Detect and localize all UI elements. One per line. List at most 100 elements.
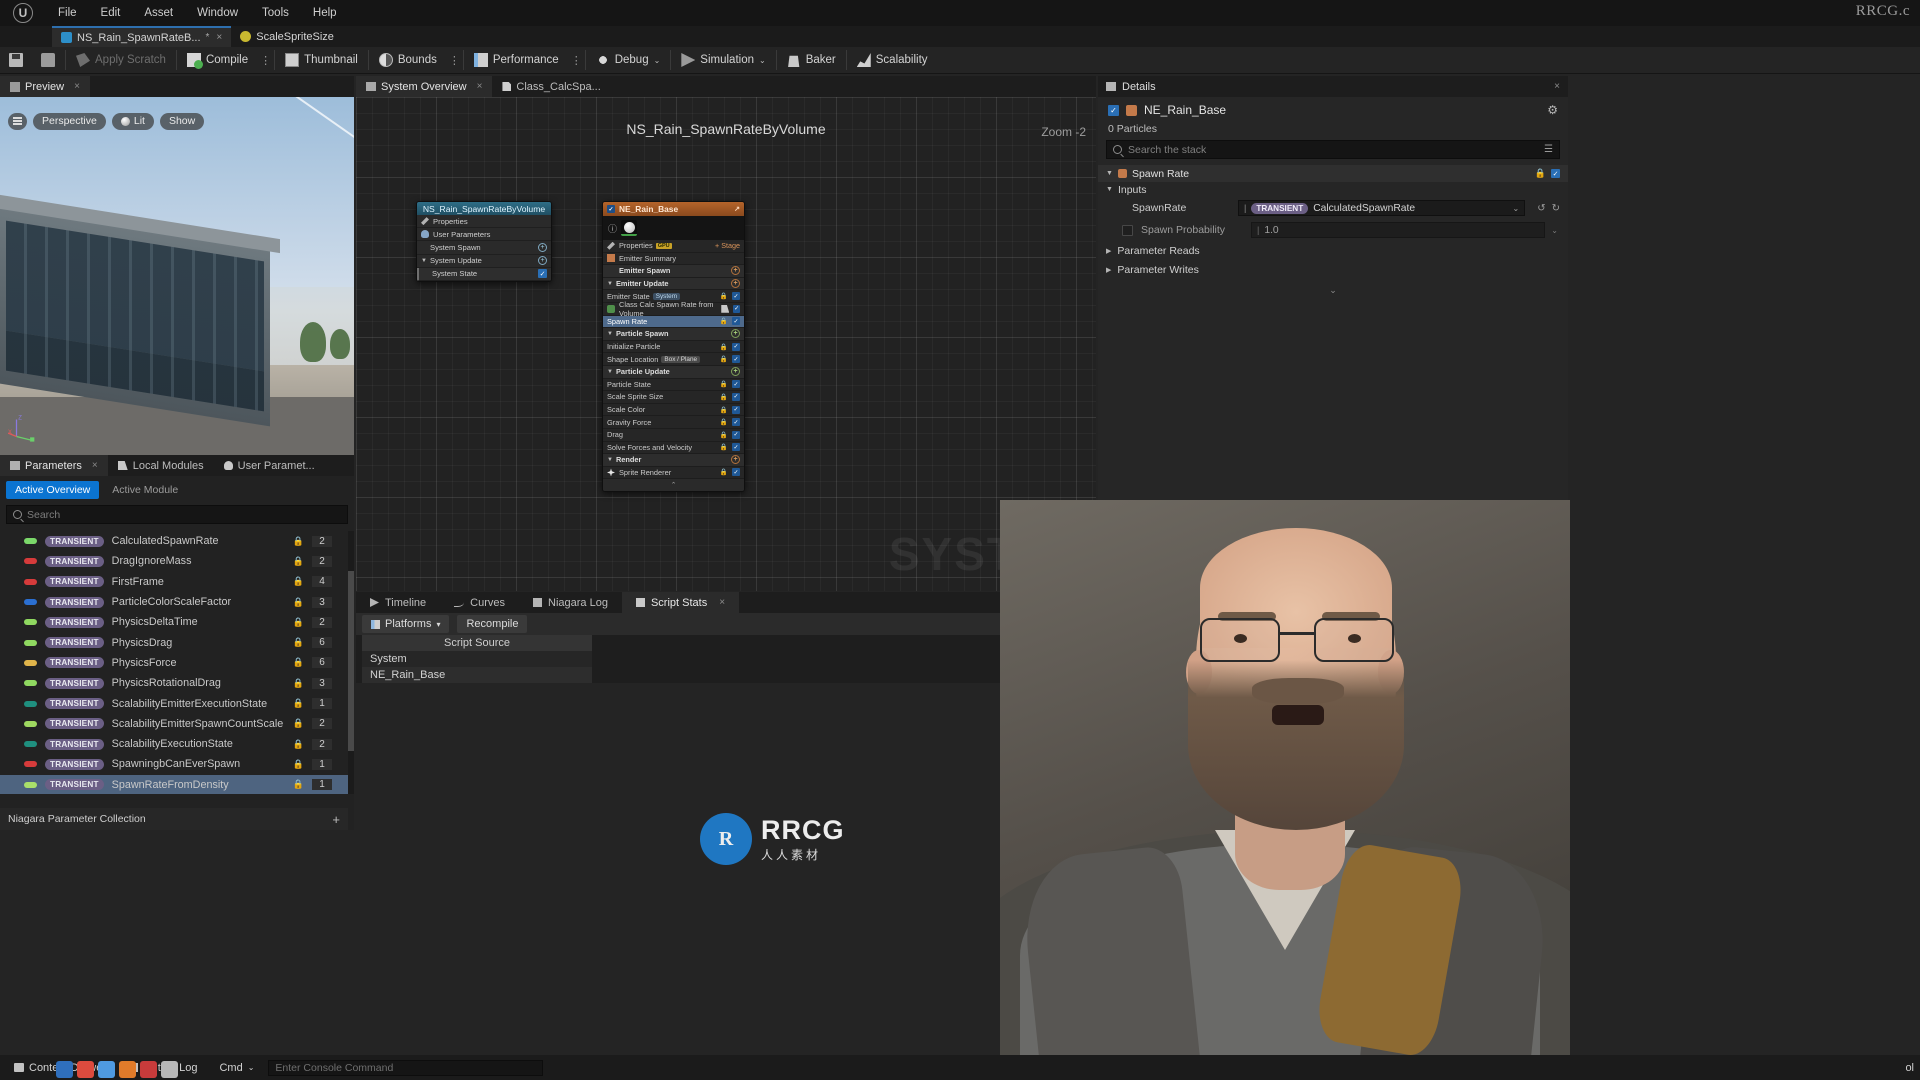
bounds-options-button[interactable]: ⋮ <box>446 54 462 67</box>
table-row[interactable]: TRANSIENT CalculatedSpawnRate 🔒 2 <box>0 531 348 551</box>
simulation-button[interactable]: Simulation ⌄ <box>672 47 774 74</box>
active-module-button[interactable]: Active Module <box>103 481 187 499</box>
system-node-row-user-parameters[interactable]: User Parameters <box>417 228 551 242</box>
close-icon[interactable]: × <box>74 81 80 92</box>
emitter-row-scale-sprite-size[interactable]: Scale Sprite Size 🔒 ✓ <box>603 391 744 404</box>
tab-script-stats[interactable]: Script Stats × <box>621 592 740 613</box>
emitter-row-shape-location[interactable]: Shape Location Box / Plane 🔒 ✓ <box>603 353 744 366</box>
add-module-button[interactable]: + <box>731 367 740 377</box>
platforms-dropdown[interactable]: Platforms ▾ <box>362 615 450 633</box>
spawn-probability-value-field[interactable]: | 1.0 <box>1251 222 1546 238</box>
app-icon[interactable] <box>56 1061 73 1078</box>
system-node-row-properties[interactable]: Properties <box>417 215 551 229</box>
emitter-row-class-calc-spawn-rate[interactable]: Class Calc Spawn Rate from Volume ✓ <box>603 300 744 318</box>
table-row[interactable]: NE_Rain_Base <box>362 667 592 683</box>
system-node-row-system-update[interactable]: ▼ System Update + <box>417 255 551 268</box>
emitter-row-particle-state[interactable]: Particle State 🔒 ✓ <box>603 379 744 392</box>
add-module-button[interactable]: + <box>731 266 740 276</box>
enable-checkbox[interactable]: ✓ <box>732 342 740 351</box>
system-node-row-system-state[interactable]: System State ✓ <box>417 267 551 281</box>
bounds-button[interactable]: Bounds <box>370 47 446 74</box>
add-module-button[interactable]: + <box>731 279 740 289</box>
system-node[interactable]: NS_Rain_SpawnRateByVolume Properties Use… <box>416 201 552 282</box>
menu-edit[interactable]: Edit <box>89 0 133 26</box>
add-module-button[interactable]: + <box>538 242 547 252</box>
table-row[interactable]: TRANSIENT PhysicsRotationalDrag 🔒 3 <box>0 673 348 693</box>
chevron-down-icon[interactable]: ▼ <box>1106 170 1113 177</box>
parameters-list[interactable]: TRANSIENT CalculatedSpawnRate 🔒 2 TRANSI… <box>0 531 348 794</box>
chevron-right-icon[interactable]: ▶ <box>1106 247 1111 255</box>
emitter-row-particle-update[interactable]: ▼ Particle Update + <box>603 365 744 379</box>
chevron-right-icon[interactable]: ▶ <box>1106 266 1111 274</box>
add-module-button[interactable]: + <box>538 256 547 266</box>
tab-preview[interactable]: Preview × <box>0 76 90 97</box>
table-row[interactable]: TRANSIENT ScalabilityEmitterSpawnCountSc… <box>0 714 348 734</box>
close-icon[interactable]: × <box>719 597 725 608</box>
chevron-down-icon[interactable]: ⌄ <box>1551 226 1558 235</box>
tab-user-parameters[interactable]: User Paramet... <box>214 455 325 476</box>
emitter-thumbnail[interactable] <box>621 220 638 236</box>
tab-class-calcspawn[interactable]: Class_CalcSpa... <box>492 76 610 97</box>
debug-button[interactable]: Debug ⌄ <box>587 47 670 74</box>
emitter-row-emitter-spawn[interactable]: Emitter Spawn + <box>603 265 744 278</box>
enable-checkbox[interactable]: ✓ <box>732 355 740 364</box>
emitter-row-properties[interactable]: Properties GPU + Stage <box>603 240 744 253</box>
table-row[interactable]: TRANSIENT SpawningbCanEverSpawn 🔒 1 <box>0 754 348 774</box>
add-module-button[interactable]: + <box>731 329 740 339</box>
enable-checkbox[interactable]: ✓ <box>732 443 740 452</box>
table-row[interactable]: TRANSIENT PhysicsForce 🔒 6 <box>0 653 348 673</box>
app-icon[interactable] <box>77 1061 94 1078</box>
spawn-rate-section-header[interactable]: ▼ Spawn Rate 🔒 ✓ <box>1098 165 1568 182</box>
settings-gear-icon[interactable]: ⚙ <box>1547 103 1558 117</box>
graph-canvas[interactable]: NS_Rain_SpawnRateByVolume Zoom -2 SYSTEM… <box>356 97 1096 591</box>
emitter-row-solve-forces[interactable]: Solve Forces and Velocity 🔒 ✓ <box>603 442 744 455</box>
emitter-row-sprite-renderer[interactable]: Sprite Renderer 🔒 ✓ <box>603 467 744 480</box>
active-overview-button[interactable]: Active Overview <box>6 481 100 499</box>
emitter-row-initialize-particle[interactable]: Initialize Particle 🔒 ✓ <box>603 341 744 354</box>
revert-icon[interactable]: ↺ <box>1537 203 1545 214</box>
collapse-stack-button[interactable]: ⌄ <box>1098 279 1568 296</box>
enable-checkbox[interactable]: ✓ <box>732 405 740 414</box>
emitter-row-gravity-force[interactable]: Gravity Force 🔒 ✓ <box>603 416 744 429</box>
close-icon[interactable]: × <box>92 460 98 471</box>
menu-file[interactable]: File <box>46 0 89 26</box>
tab-system-overview[interactable]: System Overview × <box>356 76 493 97</box>
emitter-row-drag[interactable]: Drag 🔒 ✓ <box>603 429 744 442</box>
add-stage-button[interactable]: + Stage <box>715 241 740 250</box>
enable-checkbox[interactable]: ✓ <box>538 269 547 279</box>
tab-niagara-log[interactable]: Niagara Log <box>519 592 622 613</box>
chevron-down-icon[interactable]: ⌄ <box>1513 204 1520 213</box>
recompile-button[interactable]: Recompile <box>457 615 528 633</box>
tab-ns-rain-spawnrate[interactable]: NS_Rain_SpawnRateB... * × <box>52 26 232 47</box>
table-row[interactable]: System <box>362 651 592 667</box>
enable-checkbox[interactable]: ✓ <box>732 468 740 477</box>
unreal-logo[interactable]: U <box>0 0 46 26</box>
table-row[interactable]: TRANSIENT FirstFrame 🔒 4 <box>0 572 348 592</box>
enable-checkbox[interactable]: ✓ <box>1551 169 1560 178</box>
open-in-new-icon[interactable]: ↗ <box>734 205 740 213</box>
tab-parameters[interactable]: Parameters × <box>0 455 108 476</box>
performance-options-button[interactable]: ⋮ <box>568 54 584 67</box>
app-icon[interactable] <box>140 1061 157 1078</box>
table-row-selected[interactable]: TRANSIENT SpawnRateFromDensity 🔒 1 <box>0 774 348 794</box>
table-row[interactable]: TRANSIENT PhysicsDeltaTime 🔒 2 <box>0 612 348 632</box>
scalability-button[interactable]: Scalability <box>848 47 937 74</box>
performance-button[interactable]: Performance <box>465 47 568 74</box>
emitter-row-particle-spawn[interactable]: ▼ Particle Spawn + <box>603 328 744 341</box>
drag-handle[interactable]: | <box>1257 225 1259 235</box>
spawnrate-value-field[interactable]: | TRANSIENT CalculatedSpawnRate ⌄ <box>1238 200 1526 216</box>
compile-options-button[interactable]: ⋮ <box>257 54 273 67</box>
enable-checkbox[interactable]: ✓ <box>732 380 740 389</box>
emitter-row-emitter-update[interactable]: ▼ Emitter Update + <box>603 277 744 291</box>
emitter-collapse-button[interactable]: ⌃ <box>603 479 744 492</box>
object-enabled-checkbox[interactable]: ✓ <box>1108 104 1119 116</box>
filter-icon[interactable]: ☰ <box>1544 144 1553 155</box>
baker-button[interactable]: Baker <box>778 47 845 74</box>
lit-button[interactable]: Lit <box>111 112 154 130</box>
emitter-node[interactable]: ✓ NE_Rain_Base ↗ ⓘ Properties GPU + Stag… <box>602 201 745 493</box>
enable-checkbox[interactable]: ✓ <box>732 430 740 439</box>
table-row[interactable]: TRANSIENT ScalabilityExecutionState 🔒 2 <box>0 734 348 754</box>
add-renderer-button[interactable]: + <box>731 455 740 465</box>
app-icon[interactable] <box>161 1061 178 1078</box>
menu-tools[interactable]: Tools <box>250 0 301 26</box>
